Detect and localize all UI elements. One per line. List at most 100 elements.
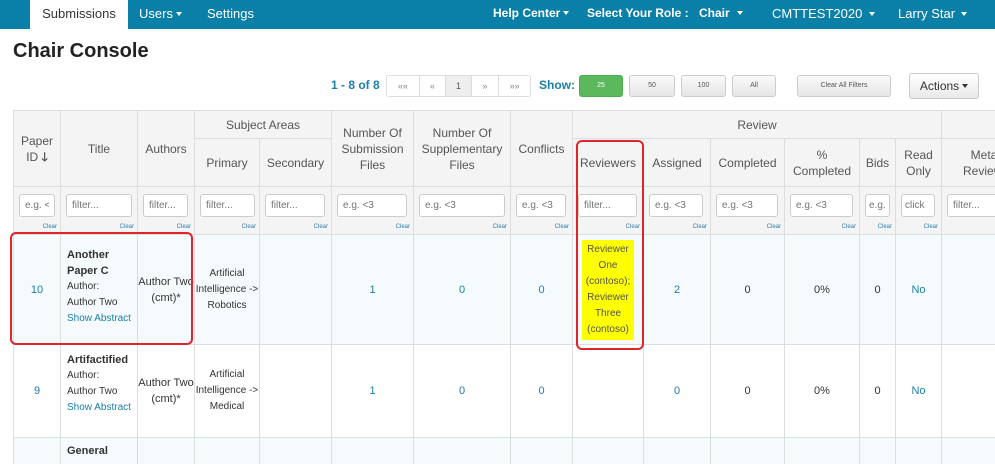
assigned-cell[interactable]: 0 (644, 345, 711, 437)
paper-title[interactable]: Artifactified (67, 352, 131, 368)
table-row: General (13, 438, 995, 464)
conflicts-cell[interactable]: 0 (511, 235, 573, 344)
submission-files-filter-input[interactable] (337, 194, 407, 217)
authors-filter-input[interactable] (143, 194, 188, 217)
paper-id-cell[interactable] (13, 438, 61, 464)
column-header-read-only[interactable]: Read Only (896, 139, 942, 187)
tab-submissions[interactable]: Submissions (30, 0, 128, 29)
bids-filter-input[interactable] (865, 194, 890, 217)
paper-title[interactable]: General (67, 443, 108, 459)
column-header-submission-files[interactable]: Number Of Submission Files (332, 110, 414, 187)
column-header-bids[interactable]: Bids (860, 139, 896, 187)
clear-filter-link[interactable]: Clear (120, 224, 134, 230)
clear-filter-link[interactable]: Clear (924, 224, 938, 230)
table-row: 10 Another Paper C Author: Author Two Sh… (13, 235, 995, 345)
page-size-100-button[interactable]: 100 (681, 75, 726, 97)
secondary-subject-cell (260, 438, 332, 464)
clear-filter-link[interactable]: Clear (43, 224, 57, 230)
filter-cell-secondary: Clear (260, 187, 332, 235)
column-header-meta-reviewers[interactable]: Meta-Reviewe (942, 139, 995, 187)
clear-filter-link[interactable]: Clear (693, 224, 707, 230)
reviewers-filter-input[interactable] (578, 194, 637, 217)
filter-cell-authors: Clear (138, 187, 195, 235)
read-only-filter-input[interactable] (901, 194, 935, 217)
column-header-authors[interactable]: Authors (138, 110, 195, 187)
user-name: Larry Star (898, 6, 956, 21)
tab-users-label: Users (139, 6, 173, 21)
paper-id-filter-input[interactable] (19, 194, 55, 217)
completed-filter-input[interactable] (716, 194, 778, 217)
conference-menu[interactable]: CMTTEST2020 (772, 0, 876, 29)
supplementary-files-cell[interactable]: 0 (414, 235, 511, 344)
clear-filter-link[interactable]: Clear (842, 224, 856, 230)
title-cell: Artifactified Author: Author Two Show Ab… (61, 345, 138, 437)
first-page-button[interactable]: «« (387, 76, 420, 96)
clear-filter-link[interactable]: Clear (555, 224, 569, 230)
supplementary-files-filter-input[interactable] (419, 194, 505, 217)
clear-filter-link[interactable]: Clear (396, 224, 410, 230)
role-select[interactable]: Chair (699, 0, 743, 29)
column-header-pct-completed[interactable]: % Completed (785, 139, 860, 187)
supplementary-files-cell[interactable]: 0 (414, 345, 511, 437)
read-only-cell[interactable]: No (896, 235, 942, 344)
clear-filter-link[interactable]: Clear (242, 224, 256, 230)
column-header-primary[interactable]: Primary (195, 139, 260, 187)
last-page-button[interactable]: »» (499, 76, 530, 96)
read-only-cell[interactable]: No (896, 345, 942, 437)
supplementary-files-cell (414, 438, 511, 464)
page-size-25-button[interactable]: 25 (579, 75, 623, 97)
completed-cell (711, 438, 785, 464)
pct-completed-cell: 0% (785, 235, 860, 344)
clear-filter-link[interactable]: Clear (878, 224, 892, 230)
submission-files-cell[interactable]: 1 (332, 235, 414, 344)
filter-cell-primary: Clear (195, 187, 260, 235)
paper-id-cell[interactable]: 10 (13, 235, 61, 344)
conflicts-cell[interactable]: 0 (511, 345, 573, 437)
user-menu[interactable]: Larry Star (898, 0, 968, 29)
authors-cell (138, 438, 195, 464)
column-header-completed[interactable]: Completed (711, 139, 785, 187)
meta-reviewers-filter-input[interactable] (947, 194, 995, 217)
column-header-supplementary-files[interactable]: Number Of Supplementary Files (414, 110, 511, 187)
submission-files-cell[interactable]: 1 (332, 345, 414, 437)
column-header-secondary[interactable]: Secondary (260, 139, 332, 187)
pct-completed-filter-input[interactable] (790, 194, 853, 217)
clear-filter-link[interactable]: Clear (493, 224, 507, 230)
chevron-down-icon (175, 11, 182, 16)
paper-id-cell[interactable]: 9 (13, 345, 61, 437)
filter-cell-submission-files: Clear (332, 187, 414, 235)
conflicts-cell (511, 438, 573, 464)
clear-filter-link[interactable]: Clear (177, 224, 191, 230)
show-abstract-link[interactable]: Show Abstract (67, 311, 131, 327)
column-header-title[interactable]: Title (61, 110, 138, 187)
primary-filter-input[interactable] (200, 194, 255, 217)
assigned-cell[interactable]: 2 (644, 235, 711, 344)
clear-filter-link[interactable]: Clear (314, 224, 328, 230)
conflicts-filter-input[interactable] (516, 194, 566, 217)
assigned-filter-input[interactable] (649, 194, 703, 217)
tab-users[interactable]: Users (139, 0, 182, 29)
chevron-down-icon (563, 10, 570, 15)
clear-all-filters-button[interactable]: Clear All Filters (797, 75, 891, 97)
next-page-button[interactable]: » (472, 76, 499, 96)
page-1-button[interactable]: 1 (446, 76, 472, 96)
prev-page-button[interactable]: « (420, 76, 446, 96)
help-center-menu[interactable]: Help Center (493, 0, 570, 29)
bids-cell (860, 438, 896, 464)
column-header-paper-id[interactable]: Paper ID 🡓 (13, 110, 61, 187)
actions-button[interactable]: Actions (909, 73, 979, 99)
show-abstract-link[interactable]: Show Abstract (67, 400, 131, 416)
page-size-50-button[interactable]: 50 (629, 75, 675, 97)
tab-settings[interactable]: Settings (207, 0, 254, 29)
column-header-assigned[interactable]: Assigned (644, 139, 711, 187)
chevron-down-icon (962, 83, 969, 88)
clear-filter-link[interactable]: Clear (626, 224, 640, 230)
authors-cell: Author Two (cmt)* (138, 235, 195, 344)
column-header-reviewers[interactable]: Reviewers (573, 139, 644, 187)
page-size-all-button[interactable]: All (732, 75, 776, 97)
secondary-filter-input[interactable] (265, 194, 325, 217)
paper-title[interactable]: Another Paper C (67, 247, 131, 279)
clear-filter-link[interactable]: Clear (767, 224, 781, 230)
title-filter-input[interactable] (66, 194, 132, 217)
column-header-conflicts[interactable]: Conflicts (511, 110, 573, 187)
